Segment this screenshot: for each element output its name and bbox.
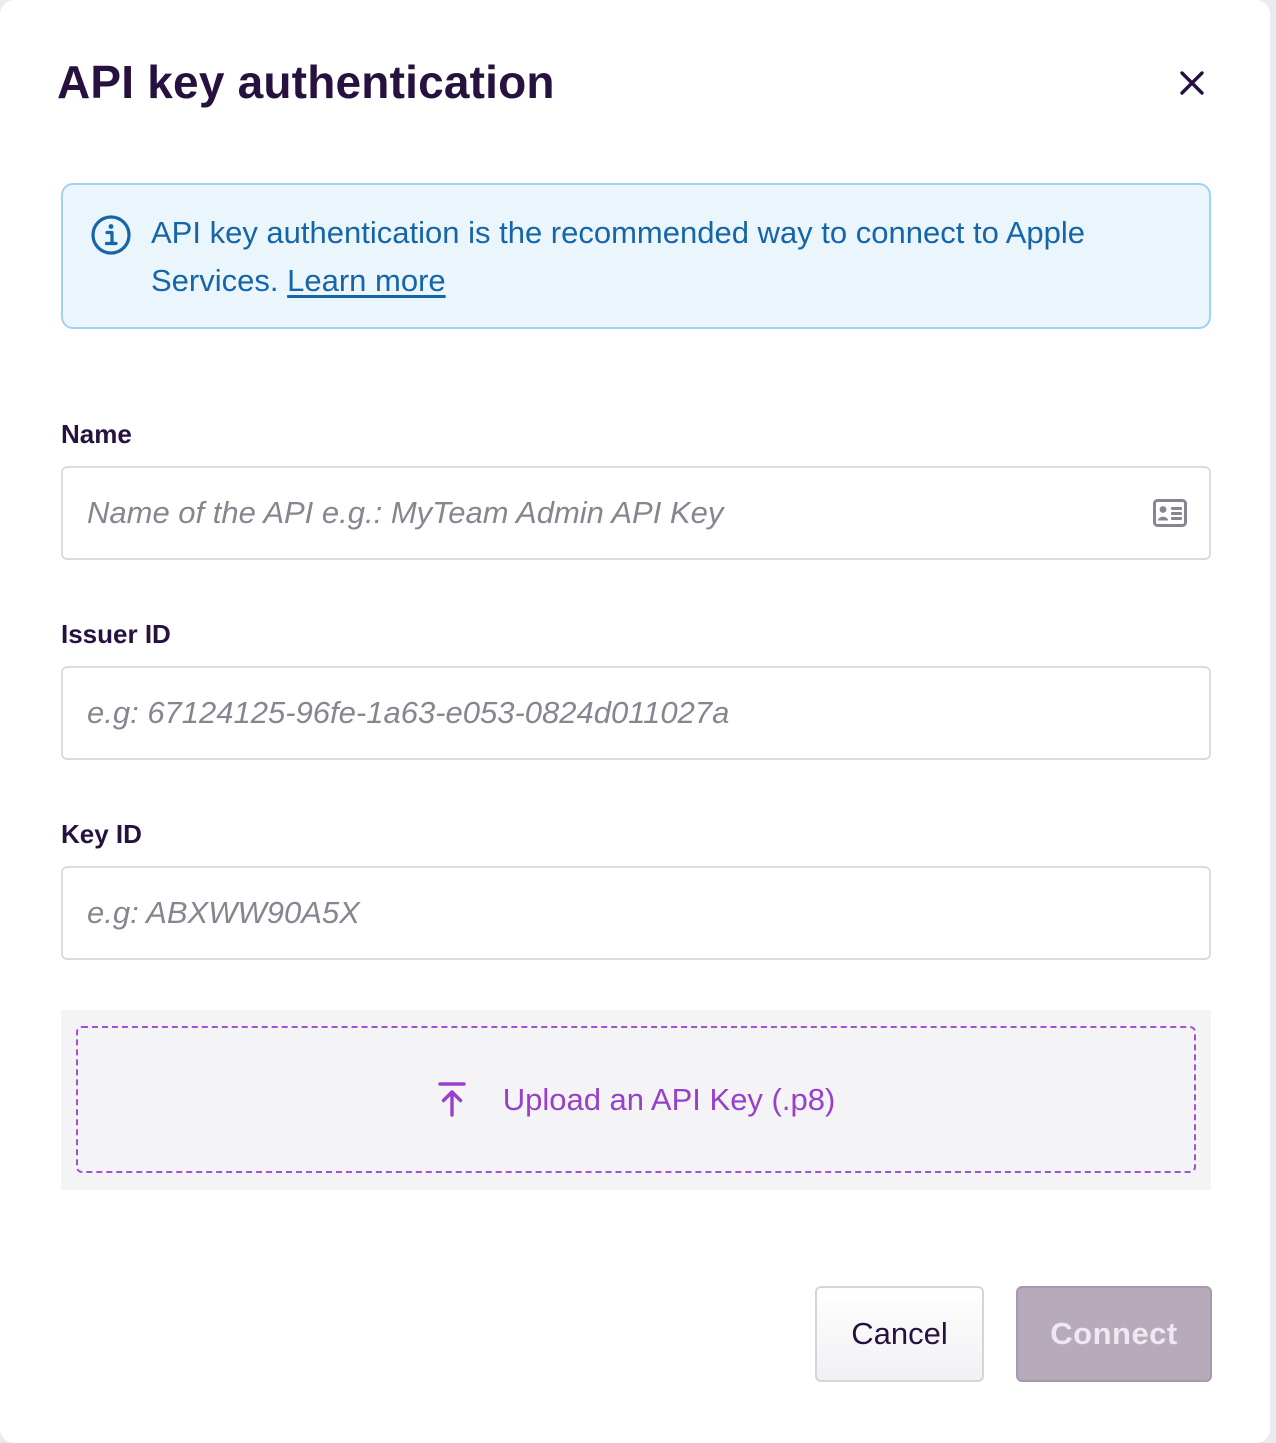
contact-card-icon[interactable] (1153, 499, 1187, 527)
issuer-id-input[interactable] (63, 668, 1209, 758)
info-banner: API key authentication is the recommende… (61, 183, 1211, 329)
name-label: Name (61, 419, 132, 449)
upload-label: Upload an API Key (.p8) (502, 1081, 836, 1117)
info-icon (91, 215, 131, 255)
dialog-title: API key authentication (57, 56, 555, 108)
cancel-button[interactable]: Cancel (815, 1286, 984, 1382)
upload-dropzone[interactable]: Upload an API Key (.p8) (76, 1026, 1196, 1173)
issuer-id-label: Issuer ID (61, 619, 171, 649)
name-field-wrapper (61, 466, 1211, 560)
name-input[interactable] (63, 468, 1209, 558)
upload-area: Upload an API Key (.p8) (61, 1010, 1211, 1190)
key-id-label: Key ID (61, 819, 142, 849)
learn-more-link[interactable]: Learn more (287, 263, 446, 298)
close-button[interactable] (1166, 57, 1218, 109)
key-id-input[interactable] (63, 868, 1209, 958)
issuer-id-field-wrapper (61, 666, 1211, 760)
connect-button[interactable]: Connect (1016, 1286, 1212, 1382)
api-key-auth-dialog: API key authentication API key authentic… (0, 0, 1270, 1443)
info-message: API key authentication is the recommende… (151, 209, 1181, 305)
close-icon (1180, 71, 1204, 95)
key-id-field-wrapper (61, 866, 1211, 960)
upload-icon (438, 1081, 466, 1117)
